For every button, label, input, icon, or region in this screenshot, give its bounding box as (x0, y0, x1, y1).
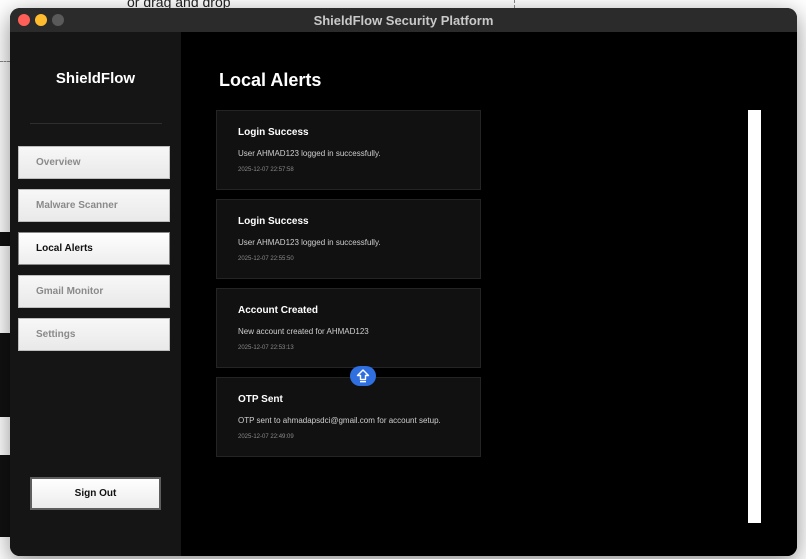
sidebar-divider (30, 123, 162, 124)
main-content: Local Alerts Login Success User AHMAD123… (181, 32, 797, 556)
alert-title: Login Success (238, 216, 309, 227)
upload-arrow-button[interactable] (350, 366, 376, 386)
alert-message: New account created for AHMAD123 (238, 327, 369, 336)
alert-title: Account Created (238, 305, 319, 316)
scrollbar[interactable] (748, 110, 761, 523)
background-fragment (0, 333, 10, 417)
brand-logo: ShieldFlow (55, 70, 136, 87)
alert-card: Login Success User AHMAD123 logged in su… (216, 199, 481, 279)
title-bar[interactable]: ShieldFlow Security Platform (10, 8, 797, 33)
background-dashed-marker (514, 0, 515, 8)
alert-timestamp: 2025-12-07 22:49:09 (238, 434, 294, 440)
alert-card: Login Success User AHMAD123 logged in su… (216, 110, 481, 190)
alert-title: OTP Sent (238, 394, 283, 405)
alert-timestamp: 2025-12-07 22:53:13 (238, 345, 294, 351)
alert-title: Login Success (238, 127, 309, 138)
alert-message: User AHMAD123 logged in successfully. (238, 238, 381, 247)
sidebar-item-malware-scanner[interactable]: Malware Scanner (18, 189, 170, 222)
page-title: Local Alerts (219, 70, 322, 90)
sidebar-item-local-alerts[interactable]: Local Alerts (18, 232, 170, 265)
window-title: ShieldFlow Security Platform (313, 13, 494, 28)
sidebar-item-gmail-monitor[interactable]: Gmail Monitor (18, 275, 170, 308)
alert-card: Account Created New account created for … (216, 288, 481, 368)
sidebar-item-settings[interactable]: Settings (18, 318, 170, 351)
background-fragment (0, 232, 10, 246)
sign-out-button[interactable]: Sign Out (30, 477, 161, 510)
app-window: ShieldFlow Security Platform ShieldFlow … (10, 8, 797, 556)
background-fragment (0, 455, 10, 537)
alert-message: User AHMAD123 logged in successfully. (238, 149, 381, 158)
alert-timestamp: 2025-12-07 22:55:50 (238, 256, 294, 262)
sidebar-item-overview[interactable]: Overview (18, 146, 170, 179)
background-dashed-line (0, 61, 10, 62)
alert-card: OTP Sent OTP sent to ahmadapsdci@gmail.c… (216, 377, 481, 457)
alert-timestamp: 2025-12-07 22:57:58 (238, 167, 294, 173)
alert-message: OTP sent to ahmadapsdci@gmail.com for ac… (238, 416, 441, 425)
upload-arrow-icon (356, 369, 370, 383)
sidebar: ShieldFlow Overview Malware Scanner Loca… (10, 32, 181, 556)
